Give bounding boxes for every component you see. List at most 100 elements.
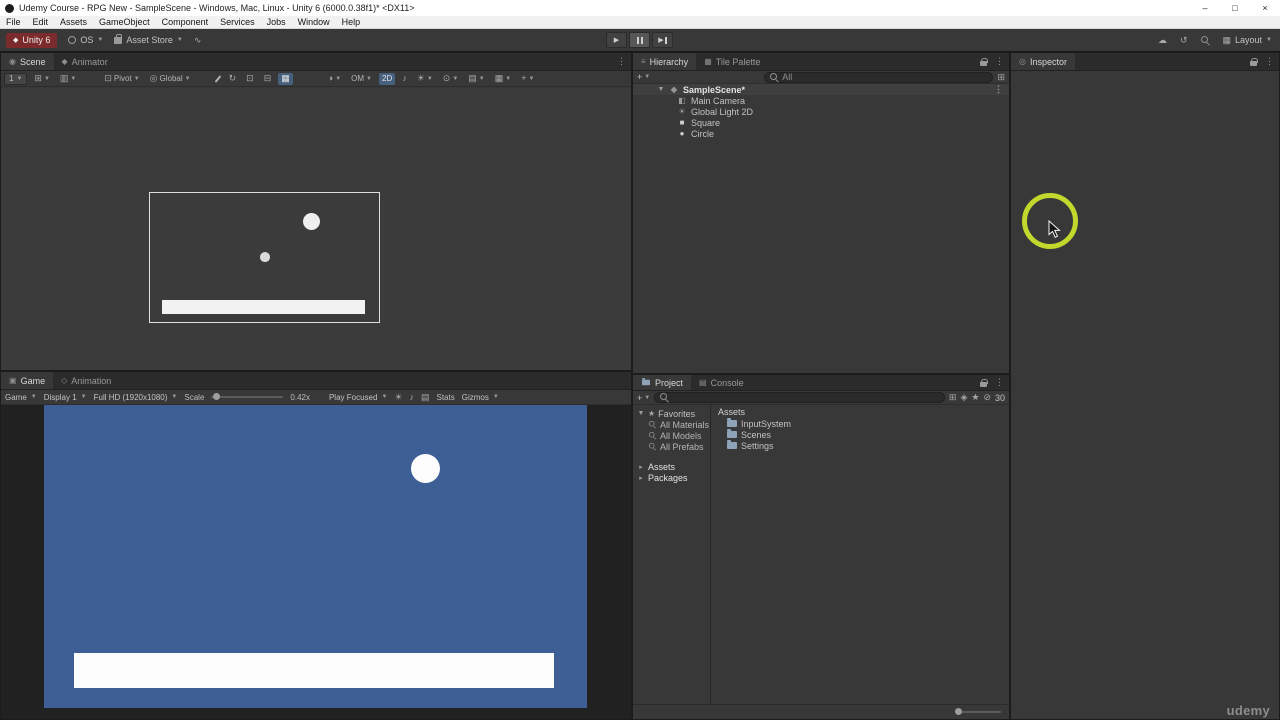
hierarchy-item-circle[interactable]: ● Circle [633, 128, 1009, 139]
foldout-arrow-icon[interactable]: ▼ [657, 86, 665, 93]
thumbnail-zoom-slider[interactable] [955, 708, 1001, 715]
render-mode-dropdown[interactable]: ◑ ▼ [325, 73, 344, 85]
display-dropdown[interactable]: Display 1 ▼ [44, 393, 87, 402]
stats-button[interactable]: Stats [436, 393, 454, 402]
create-asset-button[interactable]: + ▼ [637, 393, 650, 403]
packages-root-row[interactable]: ▸ Packages [633, 472, 710, 483]
resolution-dropdown[interactable]: Full HD (1920x1080) ▼ [94, 393, 178, 402]
scene-row-menu-icon[interactable]: ⋮ [994, 84, 1003, 95]
tool-settings-dropdown[interactable]: ▥ ▼ [57, 73, 79, 85]
tab-animator[interactable]: ◆ Animator [54, 53, 116, 70]
frame-icon[interactable]: ⊡ [243, 73, 257, 85]
cloud-icon[interactable]: ☁ [1158, 35, 1167, 45]
asset-store-dropdown[interactable]: Asset Store ▼ [114, 33, 183, 45]
project-panel-menu-icon[interactable]: ⋮ [995, 377, 1004, 388]
assets-root-row[interactable]: ▸ Assets [633, 461, 710, 472]
inspector-panel-menu-icon[interactable]: ⋮ [1265, 56, 1274, 67]
hierarchy-search-input[interactable]: All [764, 71, 994, 83]
layers-dropdown[interactable]: ▤ ▼ [465, 73, 487, 85]
gizmo-orientation-icon[interactable]: + ▼ [518, 73, 537, 85]
project-search-input[interactable] [654, 392, 945, 403]
minimize-button[interactable]: – [1190, 0, 1220, 16]
visibility-dropdown[interactable]: ⊙ ▼ [440, 73, 462, 85]
favorite-all-prefabs[interactable]: All Prefabs [633, 441, 710, 452]
scale-slider-knob[interactable] [213, 393, 221, 400]
tab-scene[interactable]: ◉ Scene [1, 53, 54, 70]
pivot-dropdown[interactable]: ⊡ Pivot ▼ [101, 73, 142, 85]
subscene-pane-icon[interactable]: ⊞ [997, 72, 1005, 82]
hierarchy-item-global-light-2d[interactable]: ☀ Global Light 2D [633, 106, 1009, 117]
effects-dropdown[interactable]: ☀ ▼ [414, 73, 436, 85]
rotate-snap-icon[interactable]: ↻ [226, 73, 240, 85]
hierarchy-item-main-camera[interactable]: ◧ Main Camera [633, 95, 1009, 106]
search-by-type-icon[interactable]: ⊞ [949, 393, 957, 402]
favorite-all-materials[interactable]: All Materials [633, 419, 710, 430]
foldout-arrow-icon[interactable]: ▸ [637, 463, 645, 471]
favorites-row[interactable]: ▼ ★ Favorites [633, 408, 710, 419]
tab-hierarchy[interactable]: ≡ Hierarchy [633, 53, 697, 70]
menu-window[interactable]: Window [292, 17, 336, 27]
scene-root-row[interactable]: ▼ ◈ SampleScene* ⋮ [633, 84, 1009, 95]
folder-inputsystem[interactable]: InputSystem [711, 418, 1009, 429]
scene-panel-menu-icon[interactable]: ⋮ [617, 56, 626, 67]
pause-button[interactable] [629, 32, 650, 48]
square-paddle-object[interactable] [162, 300, 365, 314]
screenshot-icon[interactable]: ▤ [421, 392, 430, 402]
unity-version-badge[interactable]: ◆ Unity 6 [6, 32, 58, 48]
close-button[interactable]: × [1250, 0, 1280, 16]
orientation-dropdown[interactable]: ◎ Global ▼ [147, 73, 194, 85]
menu-services[interactable]: Services [214, 17, 261, 27]
foldout-arrow-icon[interactable]: ▼ [637, 410, 645, 417]
lock-icon[interactable] [980, 57, 988, 66]
lock-icon[interactable] [1250, 57, 1258, 66]
lock-icon[interactable] [980, 378, 988, 387]
foldout-arrow-icon[interactable]: ▸ [637, 474, 645, 482]
folder-scenes[interactable]: Scenes [711, 429, 1009, 440]
search-icon[interactable] [1200, 35, 1210, 45]
tab-tile-palette[interactable]: ▦ Tile Palette [696, 53, 768, 70]
grid-snap-toggle[interactable]: ▦ [278, 72, 293, 85]
account-dropdown[interactable]: OS ▼ [68, 35, 103, 45]
2d-mode-toggle[interactable]: 2D [379, 72, 396, 85]
folder-settings[interactable]: Settings [711, 440, 1009, 451]
search-by-label-icon[interactable]: ◈ [960, 393, 967, 402]
menu-gameobject[interactable]: GameObject [93, 17, 156, 27]
gizmos-dropdown[interactable]: Gizmos ▼ [462, 393, 499, 402]
paint-brush-icon[interactable] [214, 73, 222, 85]
overlay-mode-dropdown[interactable]: OM ▼ [348, 73, 375, 85]
menu-file[interactable]: File [0, 17, 27, 27]
game-render-surface[interactable] [44, 405, 587, 708]
zoom-slider-knob[interactable] [955, 708, 962, 715]
hidden-packages-count[interactable]: ⊘ 30 [983, 393, 1005, 403]
tab-animation[interactable]: ◇ Animation [53, 372, 119, 389]
rect-snap-icon[interactable]: ⊟ [261, 73, 275, 85]
save-search-icon[interactable]: ★ [971, 393, 979, 402]
hierarchy-panel-menu-icon[interactable]: ⋮ [995, 56, 1004, 67]
transform-tools-dropdown[interactable]: ⊞ ▼ [31, 73, 53, 85]
connector-icon[interactable]: ∿ [194, 35, 202, 45]
play-focused-dropdown[interactable]: Play Focused ▼ [329, 393, 387, 402]
menu-assets[interactable]: Assets [54, 17, 93, 27]
scene-viewport[interactable] [1, 88, 631, 370]
menu-component[interactable]: Component [156, 17, 215, 27]
layout-dropdown[interactable]: ▦ Layout ▼ [1223, 35, 1273, 45]
grid-settings-dropdown[interactable]: ▦ ▼ [492, 73, 514, 85]
menu-help[interactable]: Help [336, 17, 367, 27]
pickup-sprite-object[interactable] [260, 252, 270, 262]
step-button[interactable]: ▶ [652, 32, 673, 48]
maximize-button[interactable]: □ [1220, 0, 1250, 16]
tab-project[interactable]: Project [633, 375, 692, 390]
play-button[interactable]: ▶ [606, 32, 627, 48]
tool-index-field[interactable]: 1 ▼ [4, 72, 28, 85]
circle-object[interactable] [303, 213, 320, 230]
menu-jobs[interactable]: Jobs [261, 17, 292, 27]
mute-audio-icon[interactable]: ♪ [409, 392, 414, 402]
tab-inspector[interactable]: ◎ Inspector [1011, 53, 1076, 70]
hierarchy-item-square[interactable]: ■ Square [633, 117, 1009, 128]
create-object-button[interactable]: + ▼ [637, 72, 650, 82]
tab-game[interactable]: ▣ Game [1, 372, 54, 389]
undo-history-icon[interactable]: ↺ [1180, 35, 1188, 45]
menu-edit[interactable]: Edit [27, 17, 55, 27]
tab-console[interactable]: ▤ Console [691, 375, 752, 390]
scene-audio-toggle[interactable]: ♪ [399, 73, 410, 85]
